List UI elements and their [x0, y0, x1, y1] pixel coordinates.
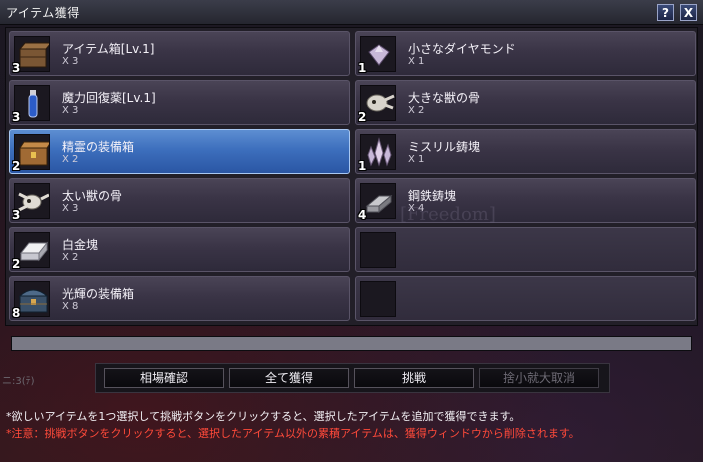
item-quantity: 8 — [12, 306, 21, 320]
item-count: X 1 — [408, 56, 425, 67]
empty-item-slot — [355, 276, 696, 321]
item-quantity: 3 — [12, 208, 21, 222]
item-quantity: 2 — [12, 159, 21, 173]
item-quantity: 3 — [12, 110, 21, 124]
warning-note: *注意：挑戦ボタンをクリックすると、選択したアイテム以外の累積アイテムは、獲得ウ… — [6, 427, 580, 440]
acquire-all-button[interactable]: 全て獲得 — [229, 368, 349, 388]
item-quantity: 2 — [358, 110, 367, 124]
item-count: X 3 — [62, 105, 79, 116]
watermark-text: [Freedom] — [400, 204, 496, 225]
item-slot[interactable]: 3 魔力回復薬[Lv.1] X 3 — [9, 80, 350, 125]
item-name: 小さなダイヤモンド — [408, 42, 516, 56]
item-name: 白金塊 — [62, 238, 99, 252]
item-name: 大きな獣の骨 — [408, 91, 481, 105]
item-slot[interactable]: 3 太い獣の骨 X 3 — [9, 178, 350, 223]
item-slot[interactable]: 2 白金塊 X 2 — [9, 227, 350, 272]
item-quantity: 1 — [358, 61, 367, 75]
empty-slot-icon — [360, 281, 396, 317]
item-name: 精霊の装備箱 — [62, 140, 135, 154]
challenge-button[interactable]: 挑戦 — [354, 368, 474, 388]
item-quantity: 4 — [358, 208, 367, 222]
item-name: 鋼鉄鋳塊 — [408, 189, 457, 203]
title-bar[interactable]: アイテム獲得 ? X — [0, 0, 703, 25]
instruction-note: *欲しいアイテムを1つ選択して挑戦ボタンをクリックすると、選択したアイテムを追加… — [6, 410, 521, 423]
item-quantity: 2 — [12, 257, 21, 271]
item-count: X 2 — [62, 154, 79, 165]
market-check-button[interactable]: 相場確認 — [104, 368, 224, 388]
item-name: ミスリル鋳塊 — [408, 140, 481, 154]
item-slot[interactable]: 1 ミスリル鋳塊 X 1 — [355, 129, 696, 174]
cancel-max-button: 捨小就大取消 — [479, 368, 599, 388]
item-name: 太い獣の骨 — [62, 189, 123, 203]
empty-slot-icon — [360, 232, 396, 268]
item-count: X 3 — [62, 203, 79, 214]
item-slot[interactable]: 2 大きな獣の骨 X 2 — [355, 80, 696, 125]
item-count: X 2 — [62, 252, 79, 263]
help-button[interactable]: ? — [657, 4, 674, 21]
item-quantity: 1 — [358, 159, 367, 173]
item-name: 光輝の装備箱 — [62, 287, 135, 301]
item-count: X 2 — [408, 105, 425, 116]
item-name: アイテム箱[Lv.1] — [62, 42, 155, 56]
item-count: X 1 — [408, 154, 425, 165]
progress-bar — [11, 336, 692, 351]
item-slot[interactable]: 1 小さなダイヤモンド X 1 — [355, 31, 696, 76]
item-quantity: 3 — [12, 61, 21, 75]
side-status-text: ニ:3(ﾃ) — [2, 376, 35, 387]
progress-fill — [12, 337, 691, 350]
close-button[interactable]: X — [680, 4, 697, 21]
item-slot-selected[interactable]: 2 精霊の装備箱 X 2 — [9, 129, 350, 174]
item-slot[interactable]: 8 光輝の装備箱 X 8 — [9, 276, 350, 321]
item-slot[interactable]: 3 アイテム箱[Lv.1] X 3 — [9, 31, 350, 76]
window-title: アイテム獲得 — [6, 6, 80, 20]
item-count: X 8 — [62, 301, 79, 312]
item-count: X 3 — [62, 56, 79, 67]
empty-item-slot — [355, 227, 696, 272]
item-name: 魔力回復薬[Lv.1] — [62, 91, 156, 105]
